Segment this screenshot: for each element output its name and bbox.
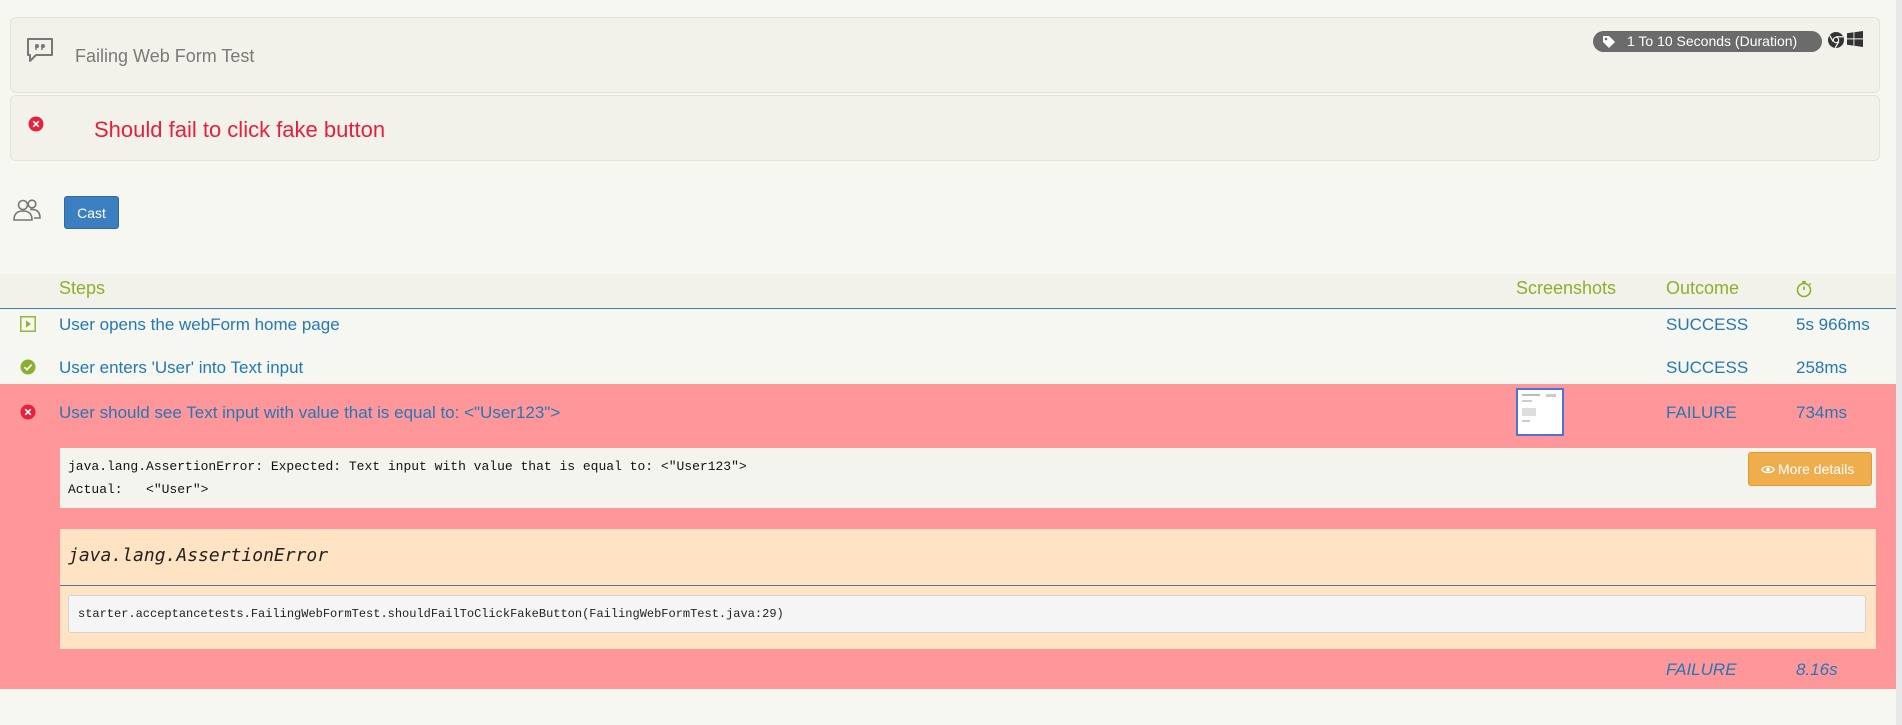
test-title: Failing Web Form Test [75, 46, 255, 66]
summary-duration: 8.16s [1796, 660, 1838, 679]
exception-panel: java.lang.AssertionError starter.accepta… [60, 529, 1876, 649]
stopwatch-icon [1796, 281, 1812, 298]
more-details-button[interactable]: More details [1748, 452, 1872, 486]
screenshots-header: Screenshots [1516, 278, 1617, 298]
check-circle-icon [20, 359, 36, 375]
assertion-actual: Actual: <"User"> [68, 482, 209, 497]
failed-step-block: User should see Text input with value th… [0, 384, 1896, 689]
step-duration: 734ms [1796, 403, 1848, 422]
step-duration: 5s 966ms [1796, 315, 1870, 334]
quote-icon [27, 38, 53, 62]
exception-title: java.lang.AssertionError [68, 545, 329, 566]
step-duration: 258ms [1796, 358, 1848, 377]
scenario-title: Should fail to click fake button [94, 117, 386, 142]
cast-button[interactable]: Cast [64, 196, 119, 229]
windows-icon [1847, 31, 1863, 47]
users-icon [13, 199, 41, 221]
play-icon [20, 316, 36, 332]
eye-icon [1761, 465, 1775, 474]
step-description: User opens the webForm home page [59, 315, 340, 334]
duration-tag[interactable]: 1 To 10 Seconds (Duration) [1593, 31, 1822, 52]
outcome-header: Outcome [1666, 278, 1740, 298]
step-outcome: FAILURE [1666, 403, 1737, 422]
scenario-panel: Should fail to click fake button [10, 95, 1880, 161]
steps-header: Steps [59, 278, 106, 298]
exception-divider [60, 585, 1876, 586]
step-description: User enters 'User' into Text input [59, 358, 304, 377]
stack-trace-line: starter.acceptancetests.FailingWebFormTe… [78, 607, 784, 621]
duration-tag-label: 1 To 10 Seconds (Duration) [1627, 33, 1798, 49]
test-title-panel: Failing Web Form Test 1 To 10 Seconds (D… [10, 17, 1880, 93]
more-details-label: More details [1778, 461, 1855, 477]
steps-table-header: Steps Screenshots Outcome [0, 274, 1896, 309]
step-description: User should see Text input with value th… [59, 403, 561, 422]
screenshot-preview-icon [1522, 394, 1556, 422]
assertion-expected: java.lang.AssertionError: Expected: Text… [68, 459, 747, 474]
error-circle-icon [20, 404, 36, 420]
summary-outcome: FAILURE [1666, 660, 1737, 679]
tag-icon [1603, 36, 1615, 48]
step-outcome: SUCCESS [1666, 358, 1749, 377]
stack-trace-box: starter.acceptancetests.FailingWebFormTe… [68, 595, 1866, 633]
assertion-message: java.lang.AssertionError: Expected: Text… [60, 448, 1876, 508]
error-circle-icon [28, 116, 44, 132]
chrome-icon [1828, 32, 1844, 49]
scrollbar[interactable] [1896, 0, 1902, 725]
step-outcome: SUCCESS [1666, 315, 1749, 334]
screenshot-thumbnail[interactable] [1516, 388, 1564, 436]
